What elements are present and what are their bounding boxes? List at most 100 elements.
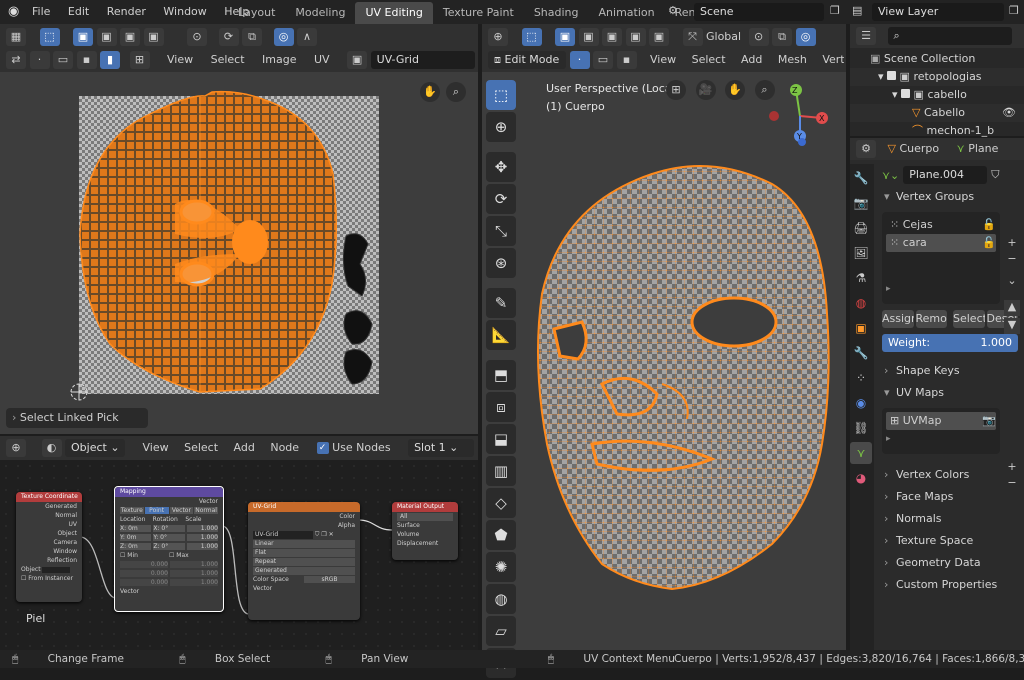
shape-keys-panel-header[interactable]: › Shape Keys <box>876 360 1022 382</box>
move-tool-icon[interactable]: ✥ <box>486 152 516 182</box>
viewport-menu-add[interactable]: Add <box>741 53 762 66</box>
vertex-groups-panel-header[interactable]: ▾ Vertex Groups <box>876 186 1022 208</box>
extrude-tool-icon[interactable]: ⬒ <box>486 360 516 390</box>
vertex-colors-panel-header[interactable]: › Vertex Colors <box>876 464 1022 486</box>
viewport-select-tool-icon[interactable]: ⬚ <box>521 28 542 46</box>
node-material-output[interactable]: Material Output All Surface Volume Displ… <box>392 502 458 560</box>
node-object-row[interactable]: Object <box>16 565 82 574</box>
list-resize-handle[interactable]: ▸ <box>886 434 996 444</box>
face-maps-panel-header[interactable]: › Face Maps <box>876 486 1022 508</box>
copy-scene-icon[interactable]: ❐ <box>830 4 840 17</box>
outliner-search[interactable]: ⌕ <box>887 27 1012 45</box>
node-target-dropdown[interactable]: All <box>392 512 458 521</box>
render-tab-icon[interactable]: 📷 <box>850 192 872 214</box>
uv-map-item[interactable]: ⊞ UVMap 📷 <box>886 412 996 430</box>
tab-uv-editing[interactable]: UV Editing <box>355 2 433 24</box>
viewport-proportional-icon[interactable]: ◎ <box>795 28 816 46</box>
poly-build-tool-icon[interactable]: ⬟ <box>486 520 516 550</box>
viewport-menu-mesh[interactable]: Mesh <box>778 53 807 66</box>
fake-user-icon[interactable]: ⛉ <box>991 168 999 182</box>
viewport-pivot-icon[interactable]: ⊙ <box>748 28 769 46</box>
outliner-item-scene-collection[interactable]: ▣ Scene Collection <box>850 50 1024 68</box>
inset-tool-icon[interactable]: ⧈ <box>486 392 516 422</box>
node-option-interp[interactable]: Linear <box>248 539 360 548</box>
mesh-name-field[interactable]: Plane.004 <box>903 166 988 184</box>
physics-tab-icon[interactable]: ◉ <box>850 392 872 414</box>
mapping-minmax-row[interactable]: ☐ Min ☐ Max <box>115 551 223 560</box>
viewport-menu-vertex[interactable]: Vertex <box>822 53 844 66</box>
tab-shading[interactable]: Shading <box>524 2 589 24</box>
orientation-icon[interactable]: ⤧ <box>682 28 703 46</box>
knife-tool-icon[interactable]: ◇ <box>486 488 516 518</box>
mapping-type-texture[interactable]: Texture <box>120 507 144 514</box>
visibility-icon[interactable]: 👁 <box>1002 104 1016 122</box>
navigation-gizmo[interactable]: Z Y X <box>762 78 832 152</box>
mode-dropdown[interactable]: ⧈ Edit Mode <box>488 51 566 69</box>
menu-edit[interactable]: Edit <box>68 5 89 18</box>
tool-tab-icon[interactable]: 🔧 <box>850 167 872 189</box>
outliner-item-cabello[interactable]: ▾ ▣ cabello <box>850 86 1024 104</box>
tweak-tool-icon[interactable]: ⬚ <box>486 80 516 110</box>
outliner-item-retopologias[interactable]: ▾ ▣ retopologias <box>850 68 1024 86</box>
camera-view-icon[interactable]: 🎥 <box>695 80 716 100</box>
viewport-select-invert-icon[interactable]: ▣ <box>625 28 646 46</box>
mesh-browse-icon[interactable]: ⋎⌄ <box>882 169 899 182</box>
viewport-select-extend-icon[interactable]: ▣ <box>578 28 599 46</box>
expand-icon[interactable]: ▾ <box>892 88 898 101</box>
mapping-minmax-values-1[interactable]: 0.000 1.000 <box>115 560 223 569</box>
rotate-tool-icon[interactable]: ⟳ <box>486 184 516 214</box>
mesh-face[interactable] <box>522 144 842 624</box>
mapping-row-x[interactable]: X: 0m X: 0° 1.000 <box>115 524 223 533</box>
weight-slider[interactable]: Weight: 1.000 <box>882 334 1018 352</box>
mapping-minmax-values-3[interactable]: 0.000 1.000 <box>115 578 223 587</box>
edge-select-mode-icon[interactable]: ▭ <box>593 51 613 69</box>
uv-maps-panel-header[interactable]: ▾ UV Maps <box>876 382 1022 404</box>
mapping-type-vector[interactable]: Vector <box>169 507 194 514</box>
mapping-minmax-values-2[interactable]: 0.000 1.000 <box>115 569 223 578</box>
expand-icon[interactable]: ▾ <box>878 70 884 83</box>
viewport-select-intersect-icon[interactable]: ▣ <box>649 28 669 46</box>
lock-icon[interactable]: 🔓 <box>982 234 996 252</box>
node-texture-coordinate[interactable]: Texture Coordinate Generated Normal UV O… <box>16 492 82 602</box>
mapping-type-normal[interactable]: Normal <box>194 507 218 514</box>
remove-uv-icon[interactable]: − <box>1004 476 1020 492</box>
mapping-type-point[interactable]: Point <box>144 507 169 514</box>
view-layer-icon[interactable]: ▤ <box>852 4 862 17</box>
node-option-projection[interactable]: Flat <box>248 548 360 557</box>
assign-button[interactable]: Assign <box>882 310 914 328</box>
view-layer-field[interactable]: View Layer <box>872 3 1004 21</box>
move-down-icon[interactable]: ▼ <box>1004 318 1020 334</box>
lock-icon[interactable]: 🔓 <box>982 216 996 234</box>
node-option-extension[interactable]: Repeat <box>248 557 360 566</box>
specials-icon[interactable]: ⌄ <box>1004 274 1020 290</box>
scene-field[interactable]: Scene <box>694 3 824 21</box>
add-icon[interactable]: + <box>1004 236 1020 252</box>
texture-space-panel-header[interactable]: › Texture Space <box>876 530 1022 552</box>
list-resize-handle[interactable]: ▸ <box>886 284 996 294</box>
output-tab-icon[interactable]: 🖨 <box>850 217 872 239</box>
data-tab-icon[interactable]: ⋎ <box>850 442 872 464</box>
transform-tool-icon[interactable]: ⊛ <box>486 248 516 278</box>
uv-hand-icon[interactable]: ✋ <box>420 82 440 102</box>
node-mapping[interactable]: Mapping Vector Texture Point Vector Norm… <box>114 486 224 612</box>
scene-tab-icon[interactable]: ⚗ <box>850 267 872 289</box>
node-instancer-row[interactable]: ☐ From Instancer <box>16 574 82 583</box>
copy-layer-icon[interactable]: ❐ <box>1009 4 1019 17</box>
orientation-value[interactable]: Global <box>706 30 741 43</box>
tab-layout[interactable]: Layout <box>228 2 285 24</box>
outliner-type-icon[interactable]: ☰ <box>856 27 876 45</box>
normals-panel-header[interactable]: › Normals <box>876 508 1022 530</box>
node-colorspace-row[interactable]: Color Space sRGB <box>248 575 360 584</box>
vertex-group-item-active[interactable]: ⁙ cara 🔓 <box>886 234 996 252</box>
world-tab-icon[interactable]: ◍ <box>850 292 872 314</box>
menu-file[interactable]: File <box>32 5 50 18</box>
viewport-editor-type-icon[interactable]: ⊕ <box>488 28 508 46</box>
bevel-tool-icon[interactable]: ⬓ <box>486 424 516 454</box>
node-image-field[interactable]: UV-Grid ⛉ ❐ ✕ <box>248 530 360 539</box>
blender-logo-icon[interactable]: ◉ <box>8 4 19 19</box>
face-select-mode-icon[interactable]: ▪ <box>616 51 637 69</box>
tab-texture-paint[interactable]: Texture Paint <box>433 2 524 24</box>
viewport-snap-icon[interactable]: ⧉ <box>772 28 793 46</box>
viewport-select-subtract-icon[interactable]: ▣ <box>602 28 622 46</box>
viewport-menu-view[interactable]: View <box>650 53 676 66</box>
